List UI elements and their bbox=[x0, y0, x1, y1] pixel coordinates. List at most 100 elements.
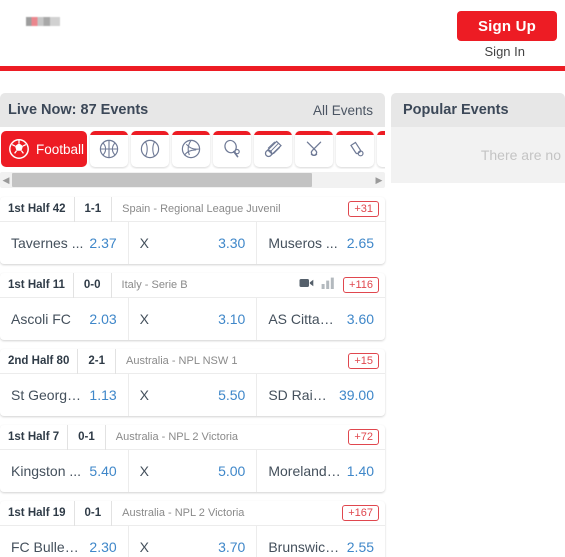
odd-value: 2.37 bbox=[89, 235, 117, 251]
sport-tab-basketball[interactable] bbox=[90, 131, 128, 167]
more-markets-badge[interactable]: +72 bbox=[348, 429, 379, 445]
scroll-right-arrow-icon[interactable]: ▶ bbox=[373, 175, 385, 185]
ice-hockey-icon bbox=[303, 138, 325, 160]
match-period: 1st Half 19 bbox=[0, 501, 75, 526]
odd-button-draw[interactable]: X 3.10 bbox=[129, 298, 258, 340]
sports-scrollbar[interactable]: ◀ ▶ bbox=[0, 172, 385, 188]
odd-label: SD Raide... bbox=[268, 387, 339, 403]
odd-button-home[interactable]: Tavernes ... 2.37 bbox=[0, 222, 129, 264]
all-events-link[interactable]: All Events bbox=[313, 103, 373, 118]
match-card[interactable]: 1st Half 19 0-1 Australia - NPL 2 Victoria… bbox=[0, 501, 385, 557]
odd-button-draw[interactable]: X 5.50 bbox=[129, 374, 258, 416]
odd-button-draw[interactable]: X 5.00 bbox=[129, 450, 258, 492]
odd-value: 3.60 bbox=[346, 311, 375, 327]
popular-events-body: There are no bbox=[391, 127, 565, 183]
odd-button-draw[interactable]: X 3.70 bbox=[129, 526, 258, 557]
match-score: 0-0 bbox=[74, 273, 112, 298]
sign-up-button[interactable]: Sign Up bbox=[457, 11, 557, 41]
more-markets-badge[interactable]: +167 bbox=[342, 505, 379, 521]
odd-button-home[interactable]: St George ... 1.13 bbox=[0, 374, 129, 416]
match-media-icons bbox=[299, 276, 335, 294]
match-card[interactable]: 1st Half 42 1-1 Spain - Regional League Ju… bbox=[0, 197, 385, 264]
match-header: 1st Half 11 0-0 Italy - Serie B +116 bbox=[0, 273, 385, 298]
odd-label: Ascoli FC bbox=[11, 311, 71, 327]
odd-label: Museros ... bbox=[268, 235, 338, 251]
odd-button-draw[interactable]: X 3.30 bbox=[129, 222, 258, 264]
odd-label: Brunswick... bbox=[268, 539, 344, 555]
popular-events-empty-text: There are no bbox=[480, 147, 561, 163]
sport-tab-label: Football bbox=[36, 141, 85, 157]
match-odds-row: FC Bullee... 2.30 X 3.70 Brunswick... 2.55 bbox=[0, 526, 385, 557]
odd-label: Tavernes ... bbox=[11, 235, 84, 251]
odd-button-away[interactable]: Brunswick... 2.55 bbox=[257, 526, 385, 557]
odd-value: 3.70 bbox=[218, 539, 246, 555]
odd-label: AS Cittade... bbox=[268, 311, 347, 327]
match-league: Australia - NPL NSW 1 bbox=[125, 355, 238, 367]
match-period: 2nd Half 80 bbox=[0, 349, 79, 374]
sport-tab-football[interactable]: Football bbox=[1, 131, 87, 167]
site-logo[interactable] bbox=[26, 17, 60, 26]
odd-value: 3.30 bbox=[218, 235, 246, 251]
odd-button-away[interactable]: Moreland ... 1.40 bbox=[257, 450, 385, 492]
odd-button-home[interactable]: Ascoli FC 2.03 bbox=[0, 298, 129, 340]
odd-value: 39.00 bbox=[338, 387, 375, 403]
volleyball-icon bbox=[180, 138, 202, 160]
video-icon[interactable] bbox=[299, 276, 314, 294]
match-odds-row: St George ... 1.13 X 5.50 SD Raide... 39.00 bbox=[0, 374, 385, 416]
odd-value: 2.03 bbox=[89, 311, 117, 327]
scrollbar-track[interactable] bbox=[12, 173, 373, 187]
odd-value: 2.65 bbox=[346, 235, 375, 251]
odd-label: X bbox=[139, 311, 150, 327]
sport-tab-cricket[interactable] bbox=[336, 131, 374, 167]
odd-label: X bbox=[139, 463, 150, 479]
match-card[interactable]: 1st Half 11 0-0 Italy - Serie B +116 Ascoli … bbox=[0, 273, 385, 340]
match-period: 1st Half 42 bbox=[0, 197, 75, 222]
match-league: Italy - Serie B bbox=[121, 279, 188, 291]
match-score: 1-1 bbox=[75, 197, 113, 222]
sport-tab-table-tennis[interactable] bbox=[213, 131, 251, 167]
football-icon bbox=[8, 138, 30, 160]
sport-tab-badminton[interactable] bbox=[254, 131, 292, 167]
sport-tab-volleyball[interactable] bbox=[172, 131, 210, 167]
popular-events-header: Popular Events bbox=[391, 93, 565, 127]
sports-tab-strip: Football bbox=[0, 127, 385, 169]
odd-value: 1.40 bbox=[346, 463, 375, 479]
odd-value: 5.00 bbox=[218, 463, 246, 479]
statistics-icon[interactable] bbox=[321, 276, 335, 294]
odd-button-away[interactable]: AS Cittade... 3.60 bbox=[257, 298, 385, 340]
odd-label: X bbox=[139, 539, 150, 555]
live-now-header: Live Now: 87 Events All Events bbox=[0, 93, 385, 127]
odd-label: Kingston ... bbox=[11, 463, 82, 479]
sign-in-link[interactable]: Sign In bbox=[485, 44, 525, 59]
scroll-left-arrow-icon[interactable]: ◀ bbox=[0, 175, 12, 185]
sport-tab-handball[interactable] bbox=[377, 131, 385, 167]
sports-tabs: Football bbox=[0, 131, 385, 169]
basketball-icon bbox=[98, 138, 120, 160]
odd-label: Moreland ... bbox=[268, 463, 343, 479]
baseball-icon bbox=[139, 138, 161, 160]
odd-button-home[interactable]: Kingston ... 5.40 bbox=[0, 450, 129, 492]
match-card[interactable]: 1st Half 7 0-1 Australia - NPL 2 Victoria +… bbox=[0, 425, 385, 492]
match-header: 1st Half 42 1-1 Spain - Regional League Ju… bbox=[0, 197, 385, 222]
main-content: Live Now: 87 Events All Events Football … bbox=[0, 71, 565, 557]
odd-button-home[interactable]: FC Bullee... 2.30 bbox=[0, 526, 129, 557]
odd-label: X bbox=[139, 235, 150, 251]
sport-tab-ice-hockey[interactable] bbox=[295, 131, 333, 167]
table-tennis-icon bbox=[221, 138, 243, 160]
match-card[interactable]: 2nd Half 80 2-1 Australia - NPL NSW 1 +15 St… bbox=[0, 349, 385, 416]
match-score: 0-1 bbox=[75, 501, 113, 526]
more-markets-badge[interactable]: +31 bbox=[348, 201, 379, 217]
live-now-title: Live Now: 87 Events bbox=[8, 102, 149, 118]
scrollbar-thumb[interactable] bbox=[12, 173, 312, 187]
odd-button-away[interactable]: SD Raide... 39.00 bbox=[257, 374, 385, 416]
odd-value: 5.40 bbox=[89, 463, 117, 479]
match-header: 1st Half 19 0-1 Australia - NPL 2 Victoria… bbox=[0, 501, 385, 526]
odd-value: 2.30 bbox=[89, 539, 117, 555]
match-odds-row: Tavernes ... 2.37 X 3.30 Museros ... 2.65 bbox=[0, 222, 385, 264]
more-markets-badge[interactable]: +116 bbox=[343, 277, 379, 293]
odd-value: 3.10 bbox=[218, 311, 246, 327]
sport-tab-baseball[interactable] bbox=[131, 131, 169, 167]
popular-events-panel: Popular Events There are no bbox=[391, 93, 565, 183]
odd-button-away[interactable]: Museros ... 2.65 bbox=[257, 222, 385, 264]
more-markets-badge[interactable]: +15 bbox=[348, 353, 379, 369]
